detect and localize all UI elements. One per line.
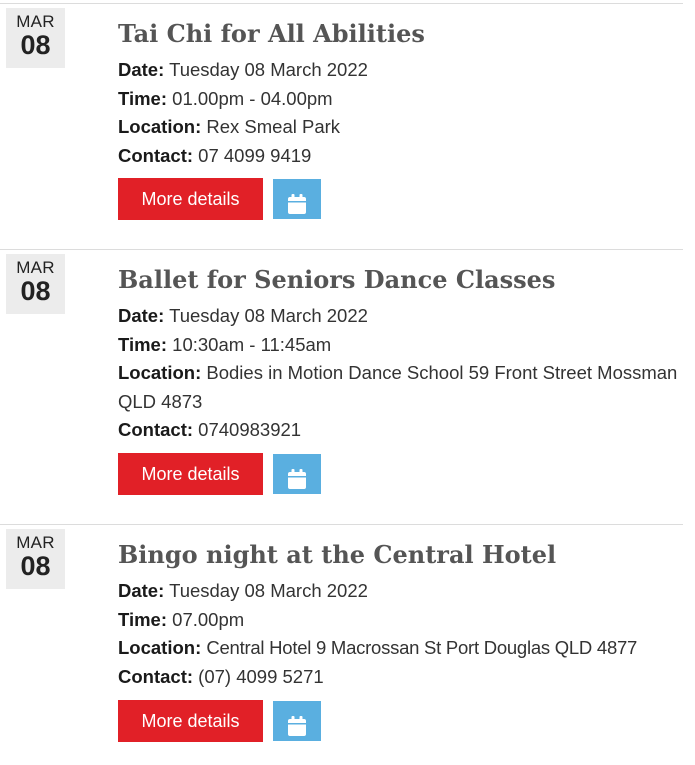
event-date: Date: Tuesday 08 March 2022 — [118, 577, 683, 606]
more-details-button[interactable]: More details — [118, 700, 263, 742]
event-contact: Contact: 0740983921 — [118, 416, 683, 445]
date-label: Date: — [118, 305, 165, 326]
event-time: Time: 01.00pm - 04.00pm — [118, 85, 683, 114]
date-badge: MAR 08 — [6, 529, 65, 589]
event-date: Date: Tuesday 08 March 2022 — [118, 56, 683, 85]
event-details: Date: Tuesday 08 March 2022 Time: 10:30a… — [118, 302, 683, 445]
date-badge: MAR 08 — [6, 254, 65, 314]
date-day: 08 — [20, 30, 51, 60]
date-day: 08 — [20, 551, 51, 581]
event-item: MAR 08 Bingo night at the Central Hotel … — [0, 524, 683, 765]
date-month: MAR — [16, 258, 55, 277]
location-value: Rex Smeal Park — [206, 116, 341, 137]
time-label: Time: — [118, 608, 168, 630]
event-item: MAR 08 Ballet for Seniors Dance Classes … — [0, 249, 683, 518]
event-location: Location: Bodies in Motion Dance School … — [118, 359, 683, 416]
event-title[interactable]: Ballet for Seniors Dance Classes — [118, 264, 555, 296]
add-to-calendar-button[interactable] — [273, 454, 321, 494]
event-time: Time: 07.00pm — [118, 606, 683, 635]
time-value: 10:30am - 11:45am — [172, 333, 332, 355]
date-value: Tuesday 08 March 2022 — [169, 580, 368, 601]
location-value: Central Hotel 9 Macrossan St Port Dougla… — [206, 637, 638, 658]
location-value: Bodies in Motion Dance School 59 Front S… — [118, 362, 678, 412]
contact-value: (07) 4099 5271 — [198, 665, 324, 687]
date-label: Date: — [118, 580, 165, 601]
add-to-calendar-button[interactable] — [273, 701, 321, 741]
location-label: Location: — [118, 116, 202, 137]
contact-label: Contact: — [118, 665, 194, 687]
event-time: Time: 10:30am - 11:45am — [118, 331, 683, 360]
location-label: Location: — [118, 637, 202, 658]
more-details-button[interactable]: More details — [118, 178, 263, 220]
date-month: MAR — [16, 12, 55, 31]
event-date: Date: Tuesday 08 March 2022 — [118, 302, 683, 331]
event-location: Location: Central Hotel 9 Macrossan St P… — [118, 634, 683, 663]
time-label: Time: — [118, 333, 168, 355]
event-contact: Contact: (07) 4099 5271 — [118, 663, 683, 692]
event-contact: Contact: 07 4099 9419 — [118, 142, 683, 171]
date-value: Tuesday 08 March 2022 — [169, 59, 368, 80]
date-day: 08 — [20, 276, 51, 306]
contact-label: Contact: — [118, 144, 194, 166]
time-label: Time: — [118, 87, 168, 109]
contact-label: Contact: — [118, 419, 194, 440]
time-value: 01.00pm - 04.00pm — [172, 87, 333, 109]
contact-value: 07 4099 9419 — [198, 144, 312, 166]
time-value: 07.00pm — [172, 608, 245, 630]
event-item: MAR 08 Tai Chi for All Abilities Date: T… — [0, 3, 683, 244]
calendar-icon — [288, 193, 306, 214]
location-label: Location: — [118, 362, 202, 383]
calendar-icon — [288, 715, 306, 736]
date-month: MAR — [16, 533, 55, 552]
date-label: Date: — [118, 59, 165, 80]
calendar-icon — [288, 468, 306, 489]
more-details-button[interactable]: More details — [118, 453, 263, 495]
add-to-calendar-button[interactable] — [273, 179, 321, 219]
event-title[interactable]: Bingo night at the Central Hotel — [118, 539, 556, 571]
event-location: Location: Rex Smeal Park — [118, 113, 683, 142]
event-details: Date: Tuesday 08 March 2022 Time: 07.00p… — [118, 577, 683, 691]
date-value: Tuesday 08 March 2022 — [169, 305, 368, 326]
date-badge: MAR 08 — [6, 8, 65, 68]
event-title[interactable]: Tai Chi for All Abilities — [118, 18, 425, 50]
contact-value: 0740983921 — [198, 419, 302, 440]
event-details: Date: Tuesday 08 March 2022 Time: 01.00p… — [118, 56, 683, 170]
